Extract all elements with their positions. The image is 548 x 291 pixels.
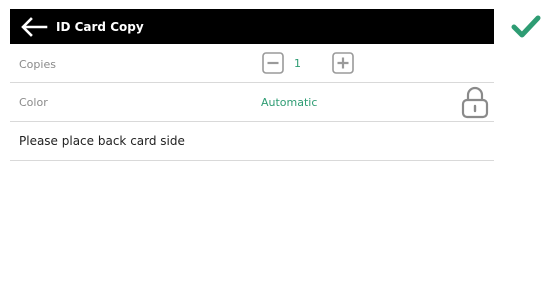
lock-icon — [461, 86, 489, 119]
color-row[interactable]: Color Automatic — [10, 83, 494, 122]
plus-icon — [332, 52, 354, 74]
copies-count: 1 — [294, 57, 301, 70]
header-bar: ID Card Copy — [10, 9, 494, 44]
copies-label: Copies — [19, 58, 56, 71]
instruction-message: Please place back card side — [19, 134, 185, 148]
confirm-button[interactable] — [508, 10, 544, 44]
arrow-left-icon — [21, 16, 48, 37]
page-title: ID Card Copy — [56, 19, 144, 34]
increase-copies-button[interactable] — [332, 52, 354, 74]
back-button[interactable] — [14, 9, 54, 44]
copies-row: Copies 1 — [10, 45, 494, 83]
minus-icon — [262, 52, 284, 74]
color-label: Color — [19, 96, 48, 109]
checkmark-icon — [511, 15, 541, 38]
message-row: Please place back card side — [10, 122, 494, 161]
color-value[interactable]: Automatic — [261, 96, 317, 109]
decrease-copies-button[interactable] — [262, 52, 284, 74]
